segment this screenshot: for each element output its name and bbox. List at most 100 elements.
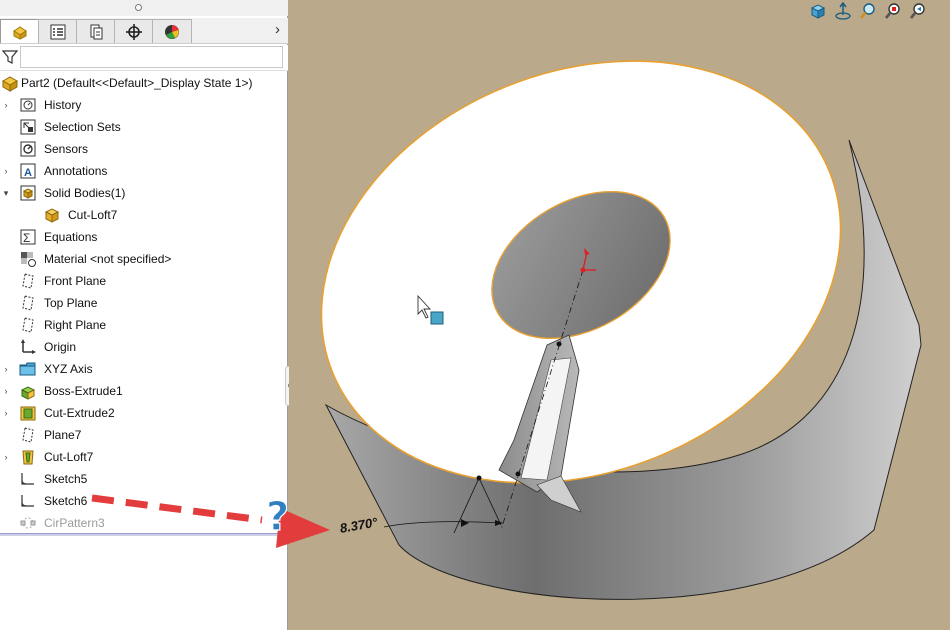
chevron-right-icon[interactable]: ›: [2, 364, 10, 374]
plane-icon: [22, 427, 34, 443]
tree-item-label: Front Plane: [44, 274, 107, 288]
tree-item[interactable]: ▾ Solid Bodies(1): [0, 182, 288, 204]
tree-item-label: Boss-Extrude1: [44, 384, 123, 398]
tree-item-label: CirPattern3: [44, 516, 105, 530]
tree-item[interactable]: › A Annotations: [0, 160, 288, 182]
sketch-icon: [21, 473, 34, 485]
tree-item[interactable]: Sensors: [0, 138, 288, 160]
tree-item[interactable]: Σ Equations: [0, 226, 288, 248]
tree-item-label: Plane7: [44, 428, 82, 442]
tree-item-label: Sketch5: [44, 472, 88, 486]
rotate-about-button[interactable]: [832, 0, 854, 22]
tree-item-label: History: [44, 98, 82, 112]
rotate-about-icon: [835, 2, 851, 20]
chevron-right-icon[interactable]: ›: [2, 166, 10, 176]
tree-item-label: XYZ Axis: [44, 362, 93, 376]
dimxpert-icon: [126, 23, 142, 40]
cut-extrude-icon: [20, 406, 36, 421]
sensors-icon: [20, 141, 36, 157]
zoom-to-fit-button[interactable]: [857, 0, 879, 22]
tree-item[interactable]: Origin: [0, 336, 288, 358]
selection-sets-icon: [20, 119, 36, 135]
sketch-point[interactable]: [476, 475, 482, 481]
tree-item-label: Material <not specified>: [44, 252, 172, 266]
origin-icon: [21, 339, 36, 354]
tree-item-label: Solid Bodies(1): [44, 186, 126, 200]
zoom-to-area-button[interactable]: [882, 0, 904, 22]
tree-item[interactable]: Sketch5: [0, 468, 288, 490]
view-orientation-button[interactable]: [807, 0, 829, 22]
filter-bar: [0, 45, 288, 71]
material-icon: [21, 252, 36, 267]
feature-manager-icon: [13, 25, 27, 40]
tree-item-label: Cut-Extrude2: [44, 406, 115, 420]
panel-grip[interactable]: [0, 0, 288, 16]
tree-item[interactable]: Front Plane: [0, 270, 288, 292]
sketch-point[interactable]: [556, 341, 562, 347]
tab-configuration-manager[interactable]: [76, 19, 116, 43]
zoom-to-area-icon: [884, 3, 900, 19]
chevron-right-icon[interactable]: ›: [275, 21, 280, 38]
tree-item[interactable]: Right Plane: [0, 314, 288, 336]
history-icon: [20, 98, 36, 112]
tab-property-manager[interactable]: [38, 19, 78, 43]
body-icon: [44, 208, 60, 223]
tree-item-label: Sketch6: [44, 494, 88, 508]
tree-item[interactable]: Cut-Loft7: [0, 204, 288, 226]
boss-extrude-icon: [20, 386, 36, 400]
tree-item[interactable]: › Cut-Extrude2: [0, 402, 288, 424]
tree-root-label: Part2 (Default<<Default>_Display State 1…: [21, 76, 253, 90]
property-manager-icon: [50, 24, 66, 39]
tree-item-label: Origin: [44, 340, 77, 354]
equations-icon: Σ: [20, 229, 36, 245]
tab-dimxpert-manager[interactable]: [114, 19, 154, 43]
tree-item-label: Selection Sets: [44, 120, 121, 134]
solid-bodies-icon: [20, 185, 36, 201]
tree-item[interactable]: Material <not specified>: [0, 248, 288, 270]
feature-manager-panel: › Part2 (Default<<Default>_Display State…: [0, 0, 295, 630]
rollback-bar[interactable]: [0, 533, 288, 536]
sketch-point[interactable]: [515, 471, 521, 477]
tree-item-label: Cut-Loft7: [44, 450, 94, 464]
svg-text:A: A: [24, 167, 32, 179]
heads-up-toolbar: [807, 0, 929, 22]
graphics-viewport[interactable]: 8.370°: [289, 0, 950, 630]
cut-loft-icon: [22, 450, 34, 465]
svg-text:Σ: Σ: [23, 231, 30, 245]
annotations-icon: A: [20, 163, 36, 179]
circular-pattern-icon: [20, 517, 36, 529]
model-scene: [320, 60, 922, 600]
filter-icon[interactable]: [2, 49, 18, 65]
tab-feature-manager[interactable]: [0, 19, 40, 43]
tree-item-label: Right Plane: [44, 318, 107, 332]
tab-display-manager[interactable]: [152, 19, 192, 43]
tree-item-label: Annotations: [44, 164, 108, 178]
tree-item[interactable]: Top Plane: [0, 292, 288, 314]
tree-item[interactable]: › Cut-Loft7: [0, 446, 288, 468]
chevron-right-icon[interactable]: ›: [2, 452, 10, 462]
tree-item[interactable]: Selection Sets: [0, 116, 288, 138]
tree-item[interactable]: › History: [0, 94, 288, 116]
manager-tabs: ›: [0, 18, 288, 44]
tree-item[interactable]: › XYZ Axis: [0, 358, 288, 380]
tree-item[interactable]: Plane7: [0, 424, 288, 446]
chevron-right-icon[interactable]: ›: [2, 408, 10, 418]
chevron-down-icon[interactable]: ▾: [2, 188, 10, 198]
folder-icon: [19, 362, 36, 376]
tree-item-label: Equations: [44, 230, 98, 244]
tree-root[interactable]: Part2 (Default<<Default>_Display State 1…: [0, 72, 288, 94]
tree-item[interactable]: › Boss-Extrude1: [0, 380, 288, 402]
plane-icon: [22, 295, 34, 311]
chevron-right-icon[interactable]: ›: [2, 386, 10, 396]
display-manager-icon: [165, 24, 179, 39]
previous-view-icon: [909, 3, 925, 19]
filter-input[interactable]: [20, 46, 283, 68]
tree-item-label: Sensors: [44, 142, 89, 156]
tree-item-label: Cut-Loft7: [68, 208, 118, 222]
previous-view-button[interactable]: [907, 0, 929, 22]
chevron-right-icon[interactable]: ›: [2, 100, 10, 110]
tree-item-label: Top Plane: [44, 296, 98, 310]
tree-item[interactable]: CirPattern3: [0, 512, 288, 534]
grip-dot: [135, 4, 142, 11]
tree-item[interactable]: Sketch6: [0, 490, 288, 512]
